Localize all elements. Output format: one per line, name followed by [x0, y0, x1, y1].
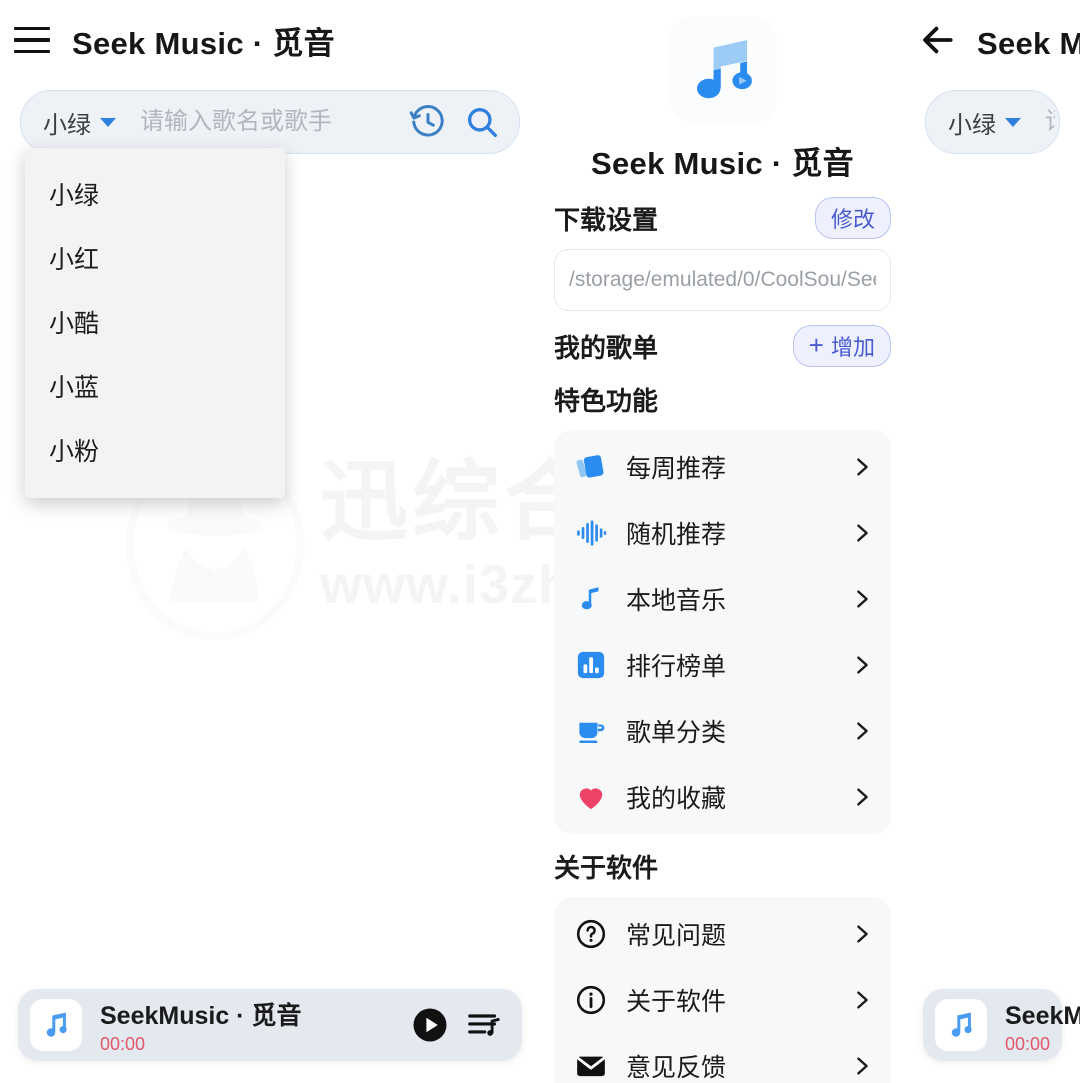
chevron-down-icon [1005, 117, 1021, 127]
edit-path-button[interactable]: 修改 [814, 197, 891, 239]
feature-row-local[interactable]: 本地音乐 [554, 566, 891, 632]
chevron-right-icon [851, 654, 873, 676]
about-label: 关于软件 [626, 988, 727, 1016]
left-phone-panel: Seek Music · 觅音 小绿 请输入歌名或歌手 小绿 小红 小酷 小蓝 … [0, 0, 540, 1083]
music-note-icon [30, 999, 82, 1051]
source-select[interactable]: 小绿 [948, 105, 1021, 140]
play-circle-icon[interactable] [412, 1007, 448, 1043]
feature-label: 每周推荐 [626, 455, 727, 483]
about-title: 关于软件 [554, 853, 659, 883]
chevron-right-icon [851, 1055, 873, 1077]
feature-label: 本地音乐 [626, 587, 727, 615]
dropdown-item-1[interactable]: 小红 [25, 226, 285, 290]
plus-icon: + [808, 330, 824, 360]
music-note-icon [574, 582, 608, 616]
add-playlist-label: 增加 [830, 335, 875, 360]
page-title: Seek Music · 觅音 [977, 25, 1080, 61]
right-phone-panel: Seek Music · 觅音 小绿 SeekMusic · 觅音 00:00 [905, 0, 1080, 1083]
about-card: 常见问题 关于软件 意见反馈 [554, 897, 891, 1083]
dropdown-item-3[interactable]: 小蓝 [25, 354, 285, 418]
player-elapsed-time: 00:00 [100, 1033, 146, 1054]
music-note-icon [935, 999, 987, 1051]
weekly-cards-icon [574, 450, 608, 484]
features-card: 每周推荐 随机推荐 本地音乐 排行榜单 歌单分类 我的收藏 [554, 430, 891, 834]
feature-row-weekly[interactable]: 每周推荐 [554, 434, 891, 500]
coffee-cup-icon [574, 714, 608, 748]
feature-label: 我的收藏 [626, 785, 727, 813]
feature-label: 排行榜单 [626, 653, 727, 681]
feature-row-charts[interactable]: 排行榜单 [554, 632, 891, 698]
chevron-right-icon [851, 923, 873, 945]
player-track-title: SeekMusic · 觅音 [100, 1001, 302, 1030]
feature-label: 歌单分类 [626, 719, 727, 747]
source-select-label: 小绿 [948, 111, 996, 139]
app-hero: Seek Music · 觅音 [540, 0, 905, 183]
info-circle-icon [574, 983, 608, 1017]
feature-label: 随机推荐 [626, 521, 727, 549]
about-header: 关于软件 [540, 848, 905, 885]
chevron-right-icon [851, 456, 873, 478]
about-row-about[interactable]: 关于软件 [554, 967, 891, 1033]
download-path-field[interactable]: /storage/emulated/0/CoolSou/SeekMusic [554, 249, 891, 311]
mini-player-bar[interactable]: SeekMusic · 觅音 00:00 [923, 989, 1080, 1061]
feature-row-random[interactable]: 随机推荐 [554, 500, 891, 566]
features-title: 特色功能 [554, 386, 659, 416]
chevron-right-icon [851, 522, 873, 544]
player-elapsed-time: 00:00 [1005, 1033, 1051, 1054]
download-path-value: /storage/emulated/0/CoolSou/SeekMusic [569, 268, 876, 291]
back-arrow-icon[interactable] [919, 21, 957, 59]
chevron-right-icon [851, 588, 873, 610]
about-row-faq[interactable]: 常见问题 [554, 901, 891, 967]
music-note-app-icon [668, 16, 777, 124]
download-settings-header: 下载设置 修改 [540, 197, 905, 239]
dropdown-item-0[interactable]: 小绿 [25, 162, 285, 226]
source-select[interactable]: 小绿 [43, 105, 116, 140]
search-bar: 小绿 [925, 90, 1060, 154]
chevron-right-icon [851, 989, 873, 1011]
search-input[interactable] [1043, 107, 1057, 137]
search-icon[interactable] [463, 103, 501, 141]
search-input[interactable] [138, 107, 393, 137]
center-phone-panel: Seek Music · 觅音 下载设置 修改 /storage/emulate… [540, 0, 905, 1083]
chevron-down-icon [100, 117, 116, 127]
screenshot-panels: Seek Music · 觅音 小绿 请输入歌名或歌手 小绿 小红 小酷 小蓝 … [0, 0, 1080, 1083]
app-name: Seek Music · 觅音 [591, 146, 854, 181]
add-playlist-button[interactable]: + 增加 [792, 325, 891, 367]
feature-row-categories[interactable]: 歌单分类 [554, 698, 891, 764]
left-app-bar: Seek Music · 觅音 [0, 0, 540, 80]
about-label: 常见问题 [626, 922, 727, 950]
source-select-label: 小绿 [43, 111, 91, 139]
my-playlist-title: 我的歌单 [554, 332, 659, 363]
dropdown-item-4[interactable]: 小粉 [25, 418, 285, 482]
heart-icon [574, 780, 608, 814]
features-header: 特色功能 [540, 381, 905, 418]
search-bar: 小绿 [20, 90, 520, 154]
player-meta: SeekMusic · 觅音 00:00 [1005, 996, 1080, 1055]
about-label: 意见反馈 [626, 1054, 727, 1082]
about-row-feedback[interactable]: 意见反馈 [554, 1033, 891, 1083]
feature-row-favorites[interactable]: 我的收藏 [554, 764, 891, 830]
hamburger-menu-icon[interactable] [14, 27, 50, 53]
bar-chart-icon [574, 648, 608, 682]
download-settings-title: 下载设置 [554, 204, 659, 235]
chevron-right-icon [851, 786, 873, 808]
waveform-icon [574, 516, 608, 550]
chevron-right-icon [851, 720, 873, 742]
my-playlist-header: 我的歌单 + 增加 [540, 325, 905, 367]
right-app-bar: Seek Music · 觅音 [905, 0, 1080, 80]
source-dropdown-menu: 小绿 小红 小酷 小蓝 小粉 [25, 148, 285, 498]
mini-player-bar[interactable]: SeekMusic · 觅音 00:00 [18, 989, 522, 1061]
question-circle-icon [574, 917, 608, 951]
playlist-queue-icon[interactable] [466, 1007, 502, 1043]
player-meta: SeekMusic · 觅音 00:00 [100, 996, 394, 1055]
edit-path-label: 修改 [830, 207, 875, 232]
player-track-title: SeekMusic · 觅音 [1005, 1001, 1080, 1030]
dropdown-item-2[interactable]: 小酷 [25, 290, 285, 354]
mail-icon [574, 1049, 608, 1083]
page-title: Seek Music · 觅音 [72, 25, 335, 61]
history-clock-icon[interactable] [409, 103, 447, 141]
